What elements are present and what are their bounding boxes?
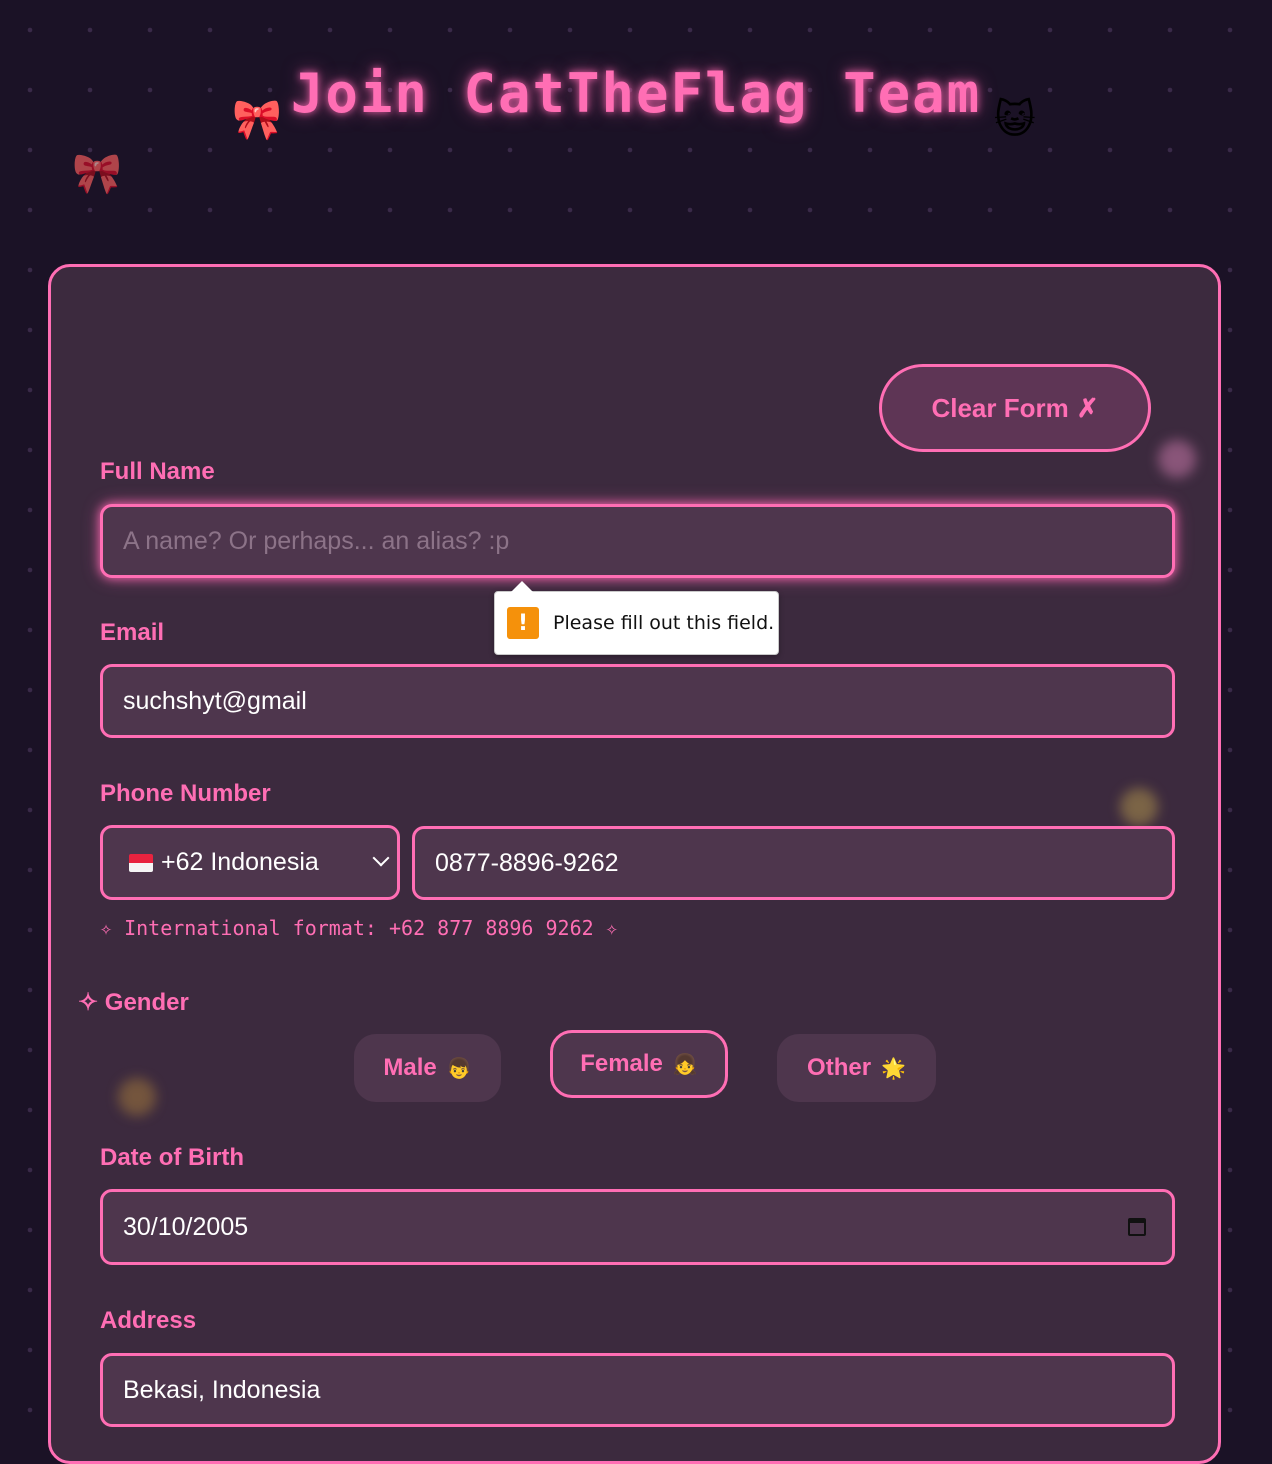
address-label: Address	[100, 1307, 197, 1334]
validation-message: Please fill out this field.	[553, 612, 775, 634]
phone-format-hint: ✧ International format: +62 877 8896 926…	[100, 916, 618, 940]
phone-label: Phone Number	[100, 780, 271, 807]
girl-icon: 👧	[672, 1053, 698, 1076]
page-title: Join CatTheFlag Team	[290, 62, 982, 125]
dob-input[interactable]: 30/10/2005	[100, 1189, 1175, 1265]
email-input[interactable]	[100, 664, 1175, 738]
dob-label: Date of Birth	[100, 1144, 244, 1171]
bow-icon: 🎀	[72, 151, 122, 197]
gender-option-label: Male	[383, 1054, 437, 1081]
phone-number-input[interactable]	[412, 826, 1175, 900]
gender-option-other[interactable]: Other 🌟	[777, 1034, 936, 1102]
star-icon: 🌟	[881, 1057, 906, 1080]
full-name-label: Full Name	[100, 458, 215, 485]
glow-particle	[1158, 440, 1196, 478]
glow-particle	[118, 1078, 156, 1116]
address-input[interactable]	[100, 1353, 1175, 1427]
gender-option-male[interactable]: Male 👦	[354, 1034, 501, 1102]
country-code-select[interactable]: +62 Indonesia	[100, 825, 400, 900]
gender-label: ✧ Gender	[78, 989, 189, 1016]
chevron-down-icon	[372, 849, 390, 867]
calendar-icon[interactable]	[1128, 1218, 1146, 1236]
close-icon: ✗	[1076, 392, 1099, 423]
dob-value: 30/10/2005	[123, 1212, 249, 1241]
clear-form-button[interactable]: Clear Form ✗	[879, 364, 1151, 452]
cat-icon: 😺	[994, 97, 1036, 143]
warning-icon: !	[507, 607, 539, 639]
validation-tooltip: ! Please fill out this field.	[494, 581, 779, 655]
bow-icon: 🎀	[232, 97, 282, 143]
email-label: Email	[100, 619, 165, 646]
indonesia-flag-icon	[129, 853, 153, 872]
gender-option-label: Female	[580, 1050, 663, 1077]
gender-option-label: Other	[807, 1054, 872, 1081]
boy-icon: 👦	[446, 1057, 472, 1080]
country-code-value: +62 Indonesia	[161, 848, 319, 876]
gender-option-female[interactable]: Female 👧	[550, 1030, 728, 1098]
glow-particle	[1120, 788, 1158, 826]
clear-form-label: Clear Form	[931, 392, 1069, 423]
full-name-input[interactable]	[100, 504, 1175, 578]
